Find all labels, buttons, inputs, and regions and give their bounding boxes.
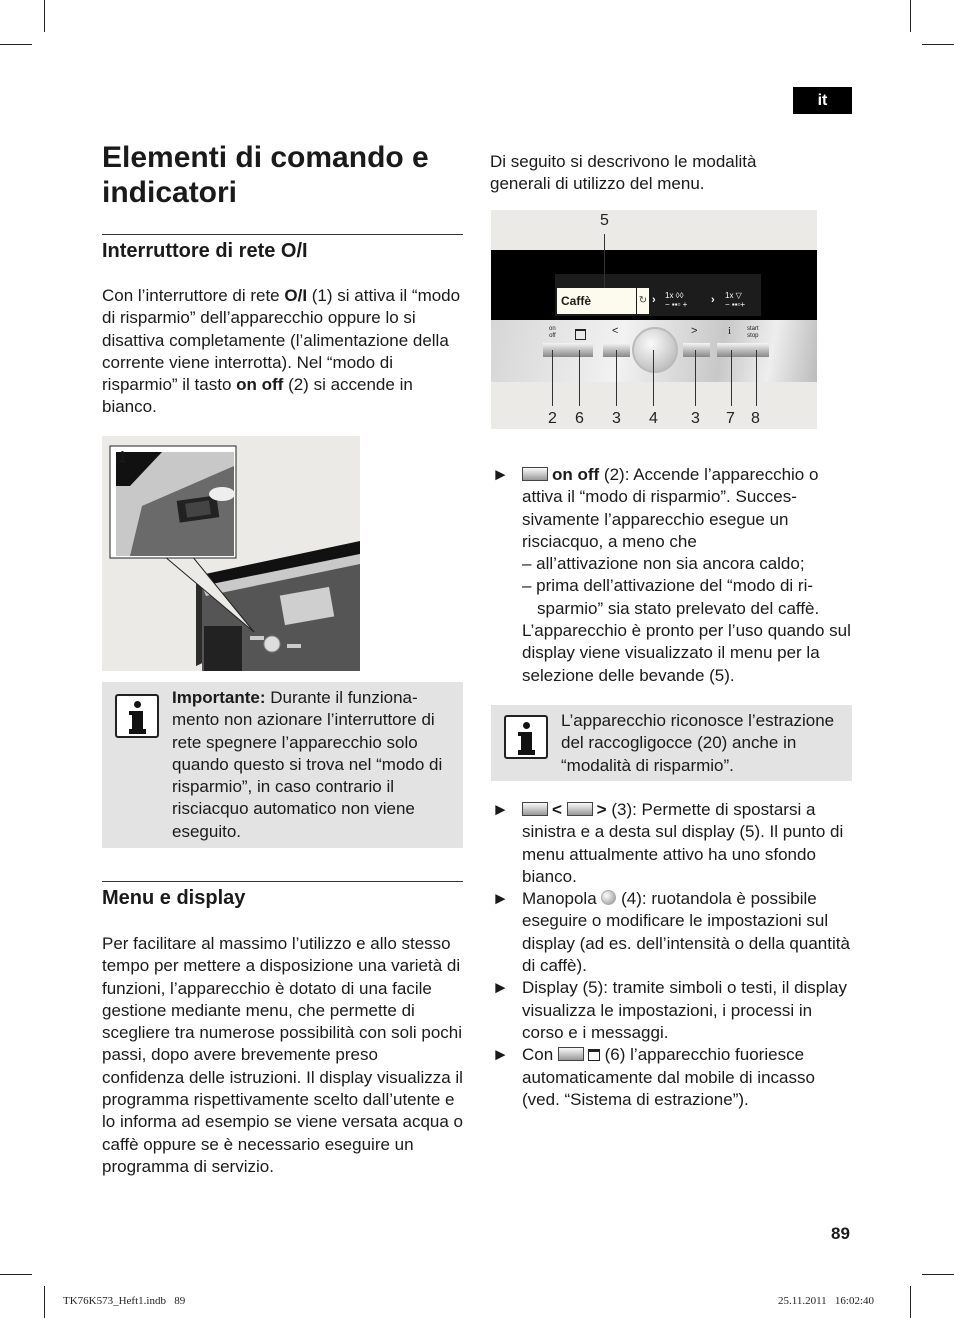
callout-5: 5 <box>600 212 609 229</box>
display-arrow: › <box>652 294 656 306</box>
left-label: < <box>612 325 619 337</box>
button-icon <box>566 802 593 816</box>
crop-mark <box>922 1274 954 1275</box>
crop-mark <box>0 44 32 45</box>
footer-file-info: TK76K573_Heft1.indb 89 <box>63 1295 186 1307</box>
list-item-knob: ► Manopola (4): ruotandola è possibile e… <box>492 889 850 976</box>
control-panel-figure: Caffè ↻ › 1x ◊◊ − ▪▪▫ + › 1x ▽ − ▪▪▫+ on of… <box>491 210 817 429</box>
info-startstop-button[interactable] <box>717 343 769 357</box>
callout-2: 2 <box>548 410 557 427</box>
appliance-illustration <box>109 445 360 671</box>
mains-switch-paragraph: Con l’interruttore di rete O/I (1) si at… <box>102 286 461 417</box>
important-text: Durante il funziona­mento non azionare l… <box>172 688 443 841</box>
callout-line <box>616 350 617 406</box>
info-icon <box>115 694 159 738</box>
onoff-label: on off <box>549 326 556 339</box>
button-icon <box>522 802 548 816</box>
right-label: > <box>691 325 698 337</box>
callout-6: 6 <box>575 410 584 427</box>
knob-icon <box>601 890 617 906</box>
cups-setting: 1x ▽ − ▪▪▫+ <box>725 291 746 309</box>
menu-display-paragraph: Per facilitare al massimo l’utilizzo e a… <box>102 934 463 1176</box>
startstop-label: start stop <box>747 326 759 339</box>
footer-timestamp: 25.11.2011 16:02:40 <box>778 1295 875 1307</box>
page-number: 89 <box>831 1224 850 1243</box>
display-scroll-indicator: ↻ <box>637 288 649 314</box>
figure-callout-1: 1 <box>118 449 127 466</box>
callout-line <box>579 350 580 406</box>
display-selected-item: Caffè <box>557 288 636 314</box>
important-label: Importante: <box>172 688 266 707</box>
list-item-display: ► Display (5): tramite simboli o testi, … <box>492 978 847 1042</box>
right-button[interactable] <box>683 343 710 357</box>
window-icon <box>587 1049 600 1062</box>
section-heading-mains-switch: Interruttore di rete O/I <box>102 240 308 262</box>
callout-line <box>695 350 696 406</box>
callout-line <box>731 350 732 406</box>
crop-mark <box>44 1286 45 1318</box>
info-note: L’apparecchio riconosce l’estrazio­ne de… <box>491 705 852 781</box>
section-divider <box>102 234 463 235</box>
crop-mark <box>0 1274 32 1275</box>
info-label: i <box>728 325 732 337</box>
crop-mark <box>910 0 911 32</box>
page-title: Elementi di comando e indicatori <box>102 141 429 209</box>
callout-8: 8 <box>751 410 760 427</box>
callout-3b: 3 <box>691 410 700 427</box>
callout-4: 4 <box>649 410 658 427</box>
callout-3: 3 <box>612 410 621 427</box>
section-heading-menu-display: Menu e display <box>102 887 246 909</box>
crop-mark <box>910 1286 911 1318</box>
language-tab: it <box>793 87 852 114</box>
section-divider <box>102 881 463 882</box>
callout-line <box>756 350 757 406</box>
crop-mark <box>922 44 954 45</box>
intro-paragraph: Di seguito si descrivono le modalità gen… <box>490 152 757 194</box>
info-icon <box>504 715 548 759</box>
list-item-arrows: ► < > (3): Permette di spostarsi a sinis… <box>492 800 844 886</box>
list-item-con: ► Con (6) l’apparecchio fuoriesce automa… <box>492 1045 815 1109</box>
strength-setting: 1x ◊◊ − ▪▪▫ + <box>665 291 688 309</box>
bullet-icon: ► <box>492 978 509 998</box>
crop-mark <box>44 0 45 32</box>
bullet-icon: ► <box>492 465 509 484</box>
window-icon <box>575 329 586 340</box>
button-icon <box>557 1047 584 1062</box>
display-arrow: › <box>711 294 715 306</box>
callout-7: 7 <box>726 410 735 427</box>
bullet-icon: ► <box>492 800 509 819</box>
onoff-button[interactable] <box>543 343 593 357</box>
bullet-icon: ► <box>492 1045 509 1065</box>
bullet-icon: ► <box>492 889 509 909</box>
button-icon <box>522 467 548 481</box>
callout-line <box>653 350 654 406</box>
callout-line <box>604 234 605 288</box>
rotary-knob[interactable] <box>632 327 678 373</box>
mains-switch-figure: 1 <box>102 436 360 671</box>
callout-line <box>552 350 553 406</box>
list-item-onoff: ► on off (2): Accende l’apparecchio o at… <box>492 465 851 685</box>
important-note: Importante: Durante il funziona­mento no… <box>102 682 463 848</box>
